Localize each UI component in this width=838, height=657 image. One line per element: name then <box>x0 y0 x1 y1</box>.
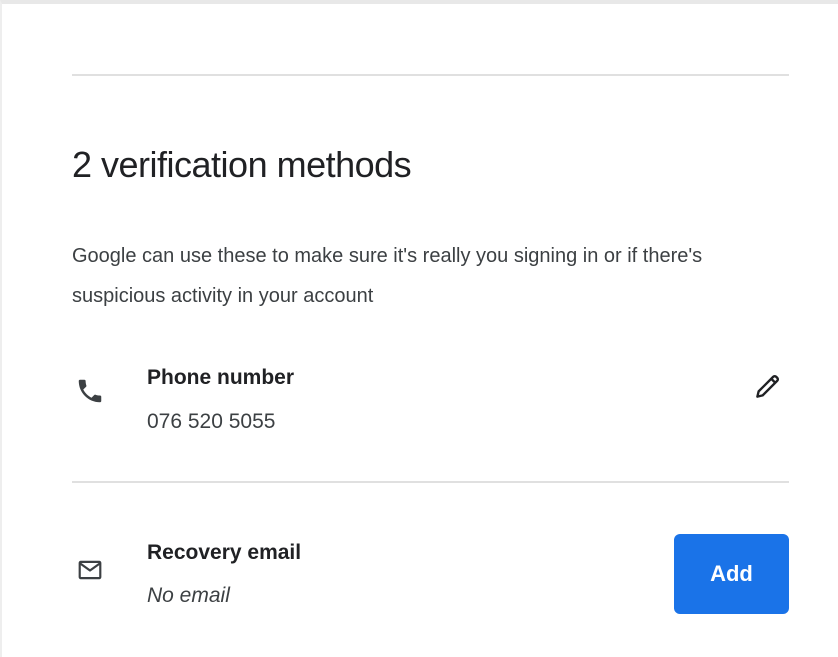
pencil-icon <box>753 371 783 406</box>
phone-number-label: Phone number <box>147 366 295 389</box>
phone-number-value: 076 520 5055 <box>147 410 276 433</box>
add-recovery-email-button[interactable]: Add <box>674 534 789 614</box>
phone-icon <box>75 376 105 406</box>
edit-phone-button[interactable] <box>746 366 790 410</box>
verification-methods-card: 2 verification methods Google can use th… <box>0 0 838 657</box>
method-divider <box>72 481 789 483</box>
mail-icon <box>75 555 105 585</box>
section-description: Google can use these to make sure it's r… <box>72 245 703 307</box>
recovery-email-label: Recovery email <box>147 541 302 564</box>
recovery-email-value: No email <box>147 584 230 607</box>
section-heading: 2 verification methods <box>72 144 412 185</box>
top-divider <box>72 74 789 76</box>
